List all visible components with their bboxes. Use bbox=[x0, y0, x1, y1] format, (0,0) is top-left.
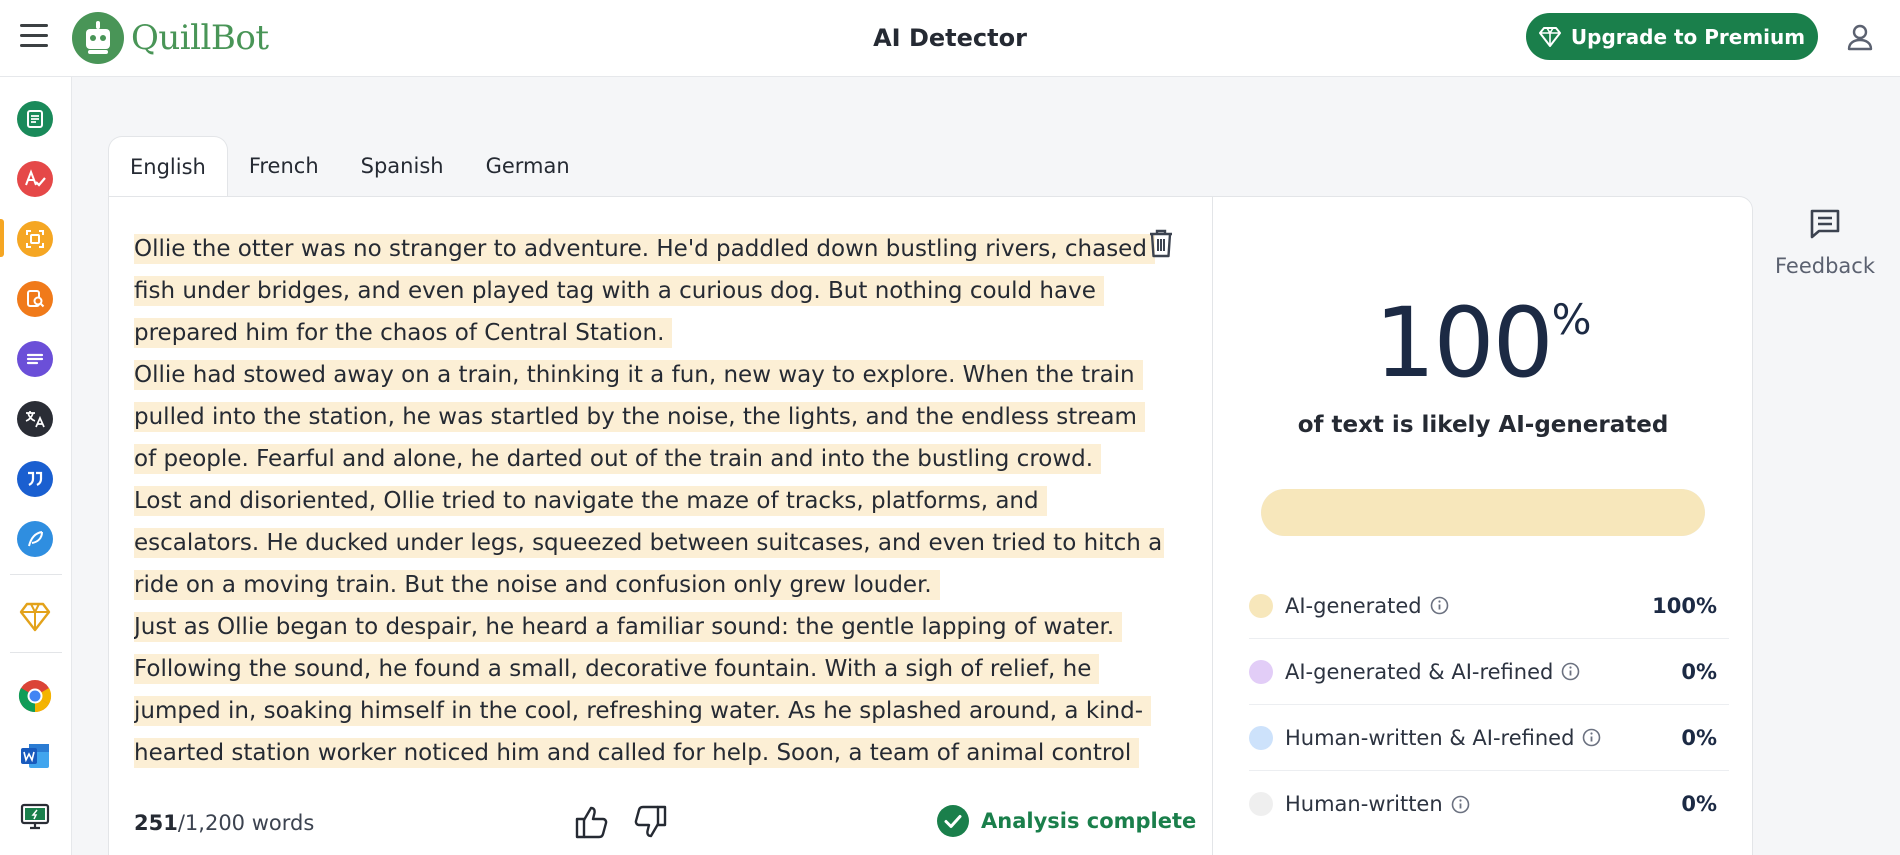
legend-dot bbox=[1249, 792, 1273, 816]
sidebar-item-ai-detector[interactable] bbox=[17, 221, 53, 257]
legend-label: Human-written bbox=[1285, 792, 1443, 816]
word-icon bbox=[21, 744, 49, 768]
sidebar-item-chrome-extension[interactable] bbox=[17, 678, 53, 714]
text-paragraph: Just as Ollie began to despair, he heard… bbox=[134, 606, 1164, 774]
tab-english[interactable]: English bbox=[108, 136, 228, 196]
sidebar-item-premium[interactable] bbox=[17, 599, 53, 635]
upgrade-button[interactable]: Upgrade to Premium bbox=[1526, 13, 1818, 60]
legend-value: 0% bbox=[1681, 792, 1717, 816]
sidebar-divider bbox=[10, 652, 62, 653]
text-paragraph: Lost and disoriented, Ollie tried to nav… bbox=[134, 480, 1164, 606]
info-icon[interactable] bbox=[1582, 728, 1601, 747]
brand-logo[interactable]: QuillBot bbox=[72, 12, 269, 64]
summarizer-icon bbox=[26, 353, 44, 365]
trash-icon bbox=[1150, 229, 1172, 258]
legend-label: AI-generated & AI-refined bbox=[1285, 659, 1554, 684]
results-panel: 100% of text is likely AI-generated AI-g… bbox=[1213, 197, 1753, 855]
text-paragraph: Ollie the otter was no stranger to adven… bbox=[134, 228, 1164, 354]
text-editor: Ollie the otter was no stranger to adven… bbox=[109, 197, 1212, 855]
feedback-button[interactable]: Feedback bbox=[1770, 208, 1880, 278]
text-input-area[interactable]: Ollie the otter was no stranger to adven… bbox=[134, 228, 1164, 779]
ai-detector-icon bbox=[26, 230, 44, 248]
check-circle-icon bbox=[937, 805, 969, 837]
sidebar-item-citation-generator[interactable] bbox=[17, 461, 53, 497]
profile-button[interactable] bbox=[1838, 15, 1882, 59]
feedback-label: Feedback bbox=[1774, 254, 1875, 278]
tab-french[interactable]: French bbox=[228, 136, 340, 196]
info-icon[interactable] bbox=[1451, 795, 1470, 814]
sidebar-item-plagiarism-checker[interactable] bbox=[17, 281, 53, 317]
legend-row-human-written: Human-written 0% bbox=[1249, 771, 1729, 837]
menu-icon[interactable] bbox=[20, 24, 50, 50]
legend-row-ai-refined: AI-generated & AI-refined 0% bbox=[1249, 639, 1729, 705]
grammar-checker-icon bbox=[25, 169, 46, 187]
desktop-icon bbox=[20, 803, 50, 830]
sidebar-item-summarizer[interactable] bbox=[17, 341, 53, 377]
top-bar: QuillBot AI Detector Upgrade to Premium bbox=[0, 0, 1900, 77]
legend-dot bbox=[1249, 593, 1273, 618]
sidebar bbox=[0, 77, 72, 855]
text-paragraph: Ollie had stowed away on a train, thinki… bbox=[134, 354, 1164, 480]
legend-value: 100% bbox=[1652, 593, 1717, 618]
delete-text-button[interactable] bbox=[1147, 227, 1175, 259]
tab-spanish[interactable]: Spanish bbox=[340, 136, 465, 196]
thumbs-up-button[interactable] bbox=[573, 803, 611, 841]
diamond-icon bbox=[1538, 26, 1561, 47]
legend-value: 0% bbox=[1681, 659, 1717, 684]
info-icon[interactable] bbox=[1430, 596, 1449, 615]
highlighted-text: Ollie the otter was no stranger to adven… bbox=[134, 234, 1155, 348]
sidebar-divider bbox=[10, 574, 62, 575]
ai-score-bar bbox=[1261, 489, 1705, 536]
thumbs-down-button[interactable] bbox=[631, 803, 669, 841]
word-count: 251/1,200 words bbox=[134, 811, 315, 835]
feedback-icon bbox=[1810, 209, 1840, 239]
highlighted-text: Lost and disoriented, Ollie tried to nav… bbox=[134, 486, 1164, 600]
upgrade-label: Upgrade to Premium bbox=[1570, 24, 1806, 49]
quillbot-logo-icon bbox=[72, 12, 124, 64]
status-text: Analysis complete bbox=[981, 809, 1197, 833]
plagiarism-checker-icon bbox=[27, 290, 45, 308]
info-icon[interactable] bbox=[1561, 662, 1580, 681]
score-unit: % bbox=[1551, 295, 1592, 344]
legend-dot bbox=[1249, 659, 1273, 684]
highlighted-text: Just as Ollie began to despair, he heard… bbox=[134, 612, 1152, 768]
score-legend: AI-generated 100% AI-generated & AI-refi… bbox=[1249, 573, 1729, 837]
language-tabs: English French Spanish German bbox=[108, 136, 591, 196]
sidebar-item-ai-writer[interactable] bbox=[17, 521, 53, 557]
sidebar-item-translator[interactable] bbox=[17, 401, 53, 437]
sidebar-item-desktop-app[interactable] bbox=[17, 798, 53, 834]
score-value: 100 bbox=[1374, 287, 1553, 399]
brand-name: QuillBot bbox=[131, 18, 269, 58]
chrome-icon bbox=[18, 680, 52, 713]
user-icon bbox=[1847, 24, 1873, 51]
thumbs-up-icon bbox=[575, 806, 608, 839]
legend-dot bbox=[1249, 725, 1273, 750]
sidebar-item-paraphraser[interactable] bbox=[17, 101, 53, 137]
tab-german[interactable]: German bbox=[465, 136, 591, 196]
legend-row-ai-generated: AI-generated 100% bbox=[1249, 573, 1729, 639]
ai-score: 100% bbox=[1213, 287, 1753, 399]
quote-icon bbox=[28, 471, 43, 486]
editor-footer: 251/1,200 words Analysis complete bbox=[109, 787, 1212, 855]
sidebar-active-indicator bbox=[0, 219, 4, 257]
ai-score-bar-fill bbox=[1261, 489, 1705, 536]
highlighted-text: Ollie had stowed away on a train, thinki… bbox=[134, 360, 1145, 474]
legend-label: Human-written & AI-refined bbox=[1285, 725, 1575, 750]
legend-value: 0% bbox=[1681, 725, 1717, 750]
paraphraser-icon bbox=[27, 110, 43, 128]
legend-row-human-ai-refined: Human-written & AI-refined 0% bbox=[1249, 705, 1729, 771]
analysis-status: Analysis complete bbox=[937, 805, 1196, 837]
detector-card: Ollie the otter was no stranger to adven… bbox=[108, 196, 1753, 855]
quill-icon bbox=[28, 531, 43, 547]
score-caption: of text is likely AI-generated bbox=[1297, 412, 1669, 438]
legend-label: AI-generated bbox=[1285, 593, 1422, 618]
sidebar-item-word-addin[interactable] bbox=[17, 738, 53, 774]
sidebar-item-grammar-checker[interactable] bbox=[17, 161, 53, 197]
diamond-icon bbox=[19, 602, 51, 632]
thumbs-down-icon bbox=[634, 805, 667, 838]
translator-icon bbox=[25, 411, 45, 428]
